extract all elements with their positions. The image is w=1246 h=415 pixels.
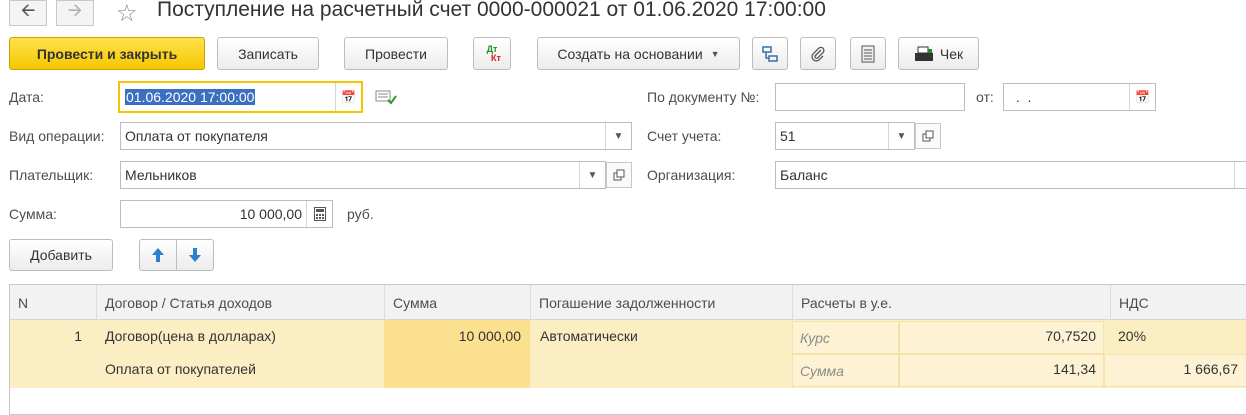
create-based-on-button[interactable]: Создать на основании ▼	[537, 37, 740, 70]
date-field[interactable]: 01.06.2020 17:00:00 📅	[118, 81, 363, 113]
ue-sum-value[interactable]: 141,34	[899, 361, 1096, 377]
contract-cell[interactable]: Договор(цена в долларах)	[105, 328, 276, 344]
report-button[interactable]	[850, 37, 886, 70]
chevron-down-icon[interactable]: ▼	[605, 123, 631, 149]
rate-label: Курс	[800, 330, 830, 346]
arrow-down-icon	[189, 248, 201, 262]
list-report-icon	[861, 45, 875, 62]
column-header-ue[interactable]: Расчеты в у.е.	[792, 285, 1110, 320]
column-header-vat[interactable]: НДС	[1110, 285, 1246, 320]
post-and-close-button[interactable]: Провести и закрыть	[9, 37, 205, 70]
attach-button[interactable]	[800, 37, 836, 70]
structure-button[interactable]	[752, 37, 788, 70]
doc-number-label: По документу №:	[647, 89, 760, 105]
hierarchy-icon	[762, 45, 778, 62]
arrow-left-icon: 🡨	[20, 0, 36, 20]
chevron-down-icon[interactable]: ▼	[579, 162, 605, 188]
favorite-star-icon[interactable]: ☆	[116, 0, 138, 28]
cash-register-icon	[914, 46, 933, 61]
arrow-right-icon: 🡪	[67, 0, 83, 20]
column-header-sum[interactable]: Сумма	[384, 285, 530, 320]
window-title: Поступление на расчетный счет 0000-00002…	[157, 0, 826, 21]
sum-cell[interactable]: 10 000,00	[384, 328, 521, 344]
operation-label: Вид операции:	[9, 128, 105, 144]
forward-button[interactable]: 🡪	[56, 0, 94, 26]
from-label: от:	[976, 89, 994, 105]
payer-field[interactable]: Мельников ▼	[120, 161, 606, 189]
chevron-down-icon[interactable]: ▼	[888, 123, 914, 149]
post-button[interactable]: Провести	[344, 37, 448, 70]
move-down-button[interactable]	[176, 239, 214, 271]
calculator-icon[interactable]	[306, 201, 332, 227]
doc-number-field[interactable]	[775, 83, 965, 111]
organization-label: Организация:	[647, 167, 736, 183]
open-window-icon	[613, 169, 625, 181]
table-header: N Договор / Статья доходов Сумма Погашен…	[10, 285, 1246, 320]
vat-sum-value[interactable]: 1 666,67	[1104, 361, 1239, 377]
payments-table: N Договор / Статья доходов Сумма Погашен…	[9, 284, 1246, 415]
row-number: 1	[74, 328, 82, 344]
open-window-icon	[922, 130, 934, 142]
column-header-n[interactable]: N	[10, 285, 96, 320]
dt-kt-button[interactable]: Дт Кт	[473, 37, 511, 70]
organization-dropdown[interactable]	[1234, 162, 1246, 188]
payer-label: Плательщик:	[9, 167, 94, 183]
save-button[interactable]: Записать	[217, 37, 319, 70]
chevron-down-icon: ▼	[710, 48, 720, 59]
vat-rate-cell[interactable]: 20%	[1118, 328, 1146, 344]
calendar-icon[interactable]: 📅	[1129, 84, 1155, 110]
account-select[interactable]: 51 ▼	[775, 122, 915, 150]
dt-kt-icon: Дт Кт	[486, 43, 501, 63]
income-item-cell[interactable]: Оплата от покупателей	[105, 361, 256, 377]
repayment-cell[interactable]: Автоматически	[540, 328, 638, 344]
add-row-button[interactable]: Добавить	[9, 239, 113, 271]
rate-value[interactable]: 70,7520	[899, 328, 1096, 344]
ue-sum-label: Сумма	[800, 363, 844, 379]
date-value: 01.06.2020 17:00:00	[125, 89, 256, 105]
from-date-field[interactable]: . . 📅	[1003, 83, 1156, 111]
date-label: Дата:	[9, 89, 44, 105]
edit-date-icon[interactable]	[375, 89, 397, 108]
account-label: Счет учета:	[647, 128, 722, 144]
amount-field[interactable]: 10 000,00	[120, 200, 333, 228]
back-button[interactable]: 🡨	[9, 0, 47, 26]
organization-field[interactable]: Баланс	[775, 161, 1246, 189]
account-open-button[interactable]	[915, 123, 941, 149]
column-header-repayment[interactable]: Погашение задолженности	[530, 285, 792, 320]
check-button[interactable]: Чек	[898, 37, 979, 70]
arrow-up-icon	[152, 248, 164, 262]
payer-open-button[interactable]	[606, 162, 632, 188]
calendar-icon[interactable]: 📅	[335, 83, 361, 111]
move-up-button[interactable]	[139, 239, 177, 271]
operation-select[interactable]: Оплата от покупателя ▼	[120, 122, 632, 150]
currency-label: руб.	[347, 206, 374, 222]
amount-label: Сумма:	[9, 206, 57, 222]
column-header-contract[interactable]: Договор / Статья доходов	[96, 285, 384, 320]
paperclip-icon	[811, 46, 825, 62]
